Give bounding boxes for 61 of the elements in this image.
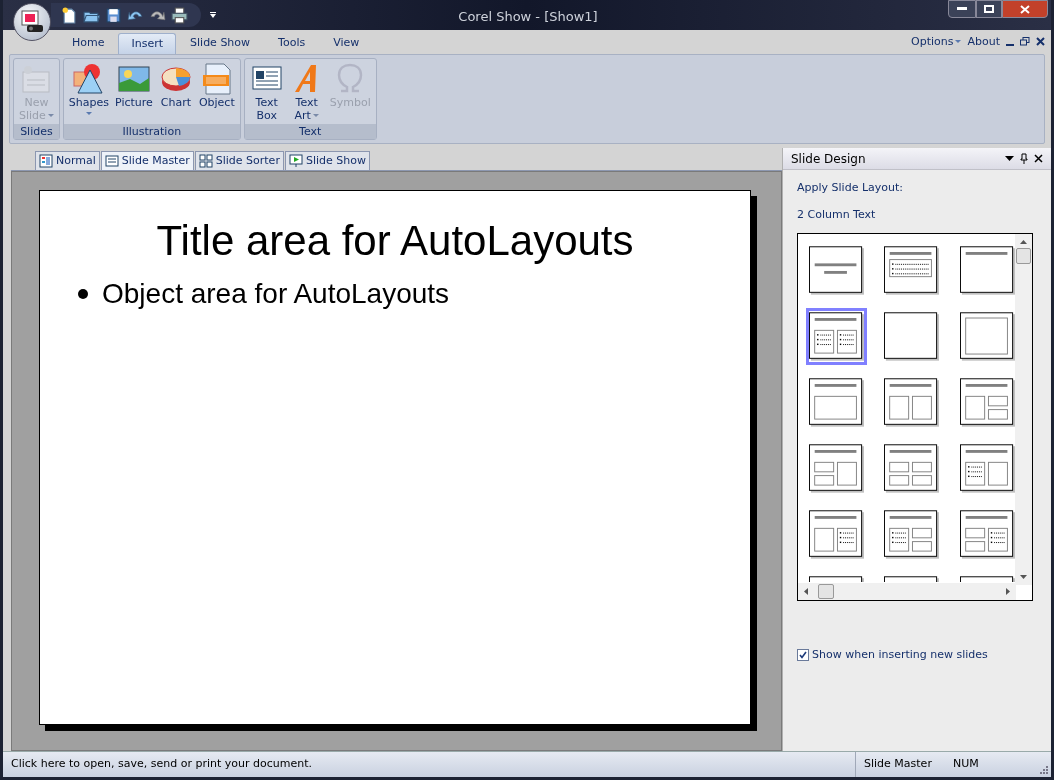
ribbon-tab[interactable]: View bbox=[319, 33, 374, 54]
window-title: Corel Show - [Show1] bbox=[457, 8, 599, 26]
check-icon bbox=[799, 651, 807, 660]
checkbox[interactable] bbox=[797, 649, 809, 662]
view-mode-tab[interactable]: Slide Show bbox=[284, 151, 370, 170]
close-icon[interactable] bbox=[1034, 154, 1043, 163]
view-icon bbox=[39, 154, 53, 168]
layout-thumbnail[interactable] bbox=[806, 308, 867, 365]
scroll-thumb[interactable] bbox=[818, 584, 834, 599]
slide-bullet-text: Object area for AutoLayouts bbox=[102, 277, 450, 311]
close-button[interactable] bbox=[1002, 0, 1048, 18]
status-message[interactable]: Click here to open, save, send or print your document. bbox=[11, 756, 855, 773]
ribbon-button[interactable]: Text Art bbox=[289, 62, 324, 124]
status-num: NUM bbox=[952, 756, 980, 773]
ribbon-tab[interactable]: Home bbox=[58, 33, 119, 54]
ribbon-button[interactable]: Picture bbox=[115, 62, 153, 124]
pin-icon[interactable] bbox=[1020, 153, 1028, 164]
ribbon-button[interactable]: Text Box bbox=[249, 62, 284, 124]
view-mode-tab[interactable]: Slide Master bbox=[100, 151, 194, 170]
maximize-icon bbox=[984, 5, 994, 13]
dropdown-icon[interactable] bbox=[1005, 155, 1014, 162]
ribbon-tab[interactable]: Slide Show bbox=[176, 33, 265, 54]
slide-title: Title area for AutoLayouts bbox=[155, 217, 635, 265]
shapes-icon bbox=[71, 62, 106, 96]
scroll-thumb[interactable] bbox=[1016, 248, 1031, 264]
ribbon-button[interactable]: Shapes bbox=[68, 62, 110, 124]
projector-icon bbox=[19, 9, 45, 35]
options-menu[interactable]: Options bbox=[911, 33, 962, 50]
horizontal-scrollbar[interactable] bbox=[798, 583, 1016, 600]
layout-name: 2 Column Text bbox=[797, 206, 877, 223]
restore-icon[interactable] bbox=[1020, 37, 1030, 47]
view-mode-tab[interactable]: Normal bbox=[35, 151, 100, 170]
about-link[interactable]: About bbox=[967, 33, 1000, 50]
group-label: Slides bbox=[14, 124, 59, 139]
maximize-button[interactable] bbox=[976, 0, 1002, 18]
new-document-icon[interactable] bbox=[61, 6, 78, 24]
ribbon-button[interactable]: Chart bbox=[158, 62, 193, 124]
vertical-scrollbar[interactable] bbox=[1015, 234, 1032, 585]
view-icon bbox=[198, 154, 213, 168]
printer-icon[interactable] bbox=[171, 6, 188, 24]
caret-icon bbox=[955, 39, 962, 44]
close-icon[interactable] bbox=[1036, 37, 1045, 47]
bullet-icon bbox=[78, 289, 88, 299]
close-icon bbox=[1020, 4, 1030, 14]
view-icon bbox=[104, 154, 119, 168]
pane-heading: Apply Slide Layout: bbox=[797, 180, 904, 196]
view-icon bbox=[288, 154, 303, 168]
ribbon-tab[interactable]: Tools bbox=[264, 33, 320, 54]
view-mode-tab[interactable]: Slide Sorter bbox=[194, 151, 284, 170]
pane-title: Slide Design bbox=[791, 150, 866, 168]
resize-grip-icon[interactable] bbox=[1039, 765, 1049, 775]
ribbon-button[interactable]: Object bbox=[198, 62, 235, 124]
status-mode: Slide Master bbox=[855, 752, 949, 777]
minimize-button[interactable] bbox=[948, 0, 976, 18]
checkbox-label: Show when inserting new slides bbox=[812, 647, 988, 663]
customize-dropdown-icon[interactable] bbox=[209, 11, 217, 19]
ribbon-tab[interactable]: Insert bbox=[118, 33, 177, 54]
group-label: Illustration bbox=[63, 124, 240, 139]
minimize-icon bbox=[957, 7, 967, 11]
app-button[interactable] bbox=[13, 3, 51, 41]
group-label: Text bbox=[244, 124, 376, 139]
